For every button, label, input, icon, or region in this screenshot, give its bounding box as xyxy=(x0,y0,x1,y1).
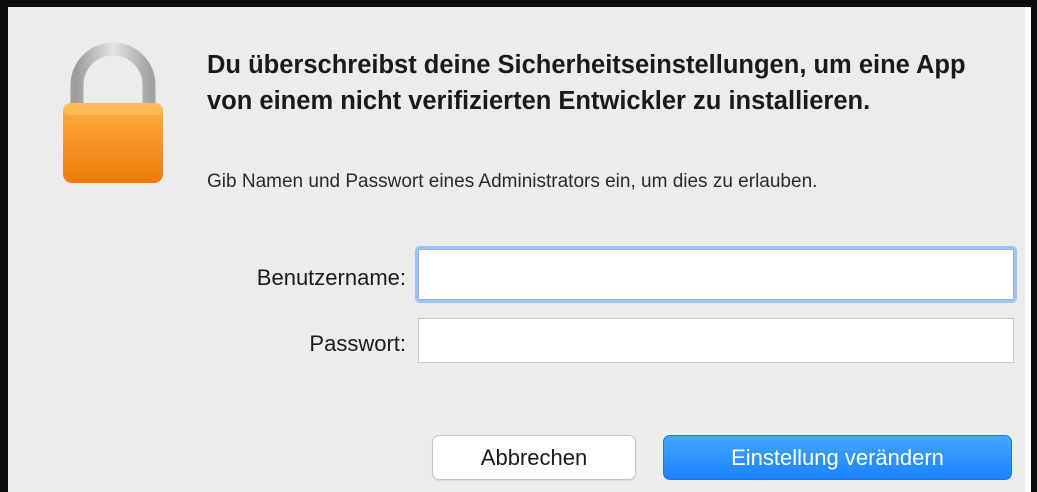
lock-icon xyxy=(63,42,163,183)
dialog-message: Gib Namen und Passwort eines Administrat… xyxy=(207,171,818,192)
username-label: Benutzername: xyxy=(256,265,406,290)
username-field[interactable] xyxy=(418,249,1014,300)
password-label: Passwort: xyxy=(309,331,406,356)
password-field[interactable] xyxy=(418,318,1014,363)
change-setting-button[interactable]: Einstellung verändern xyxy=(663,435,1012,480)
dialog-title: Du überschreibst deine Sicherheitseinste… xyxy=(207,51,966,115)
authorization-dialog: Du überschreibst deine Sicherheitseinste… xyxy=(8,7,1025,492)
cancel-button[interactable]: Abbrechen xyxy=(432,435,636,480)
